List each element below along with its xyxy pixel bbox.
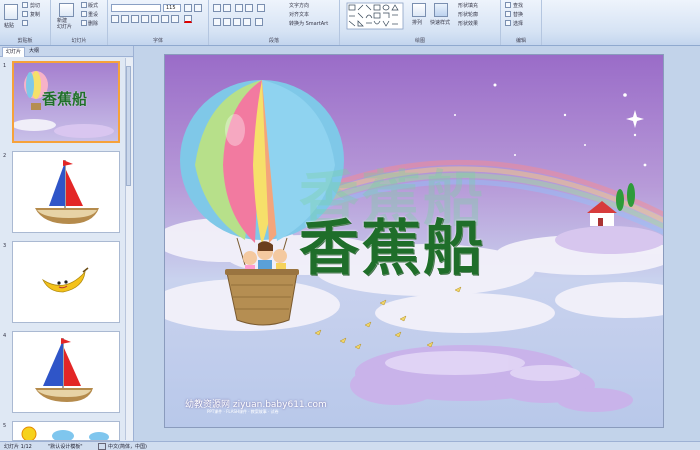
cut-label[interactable]: 剪切 <box>30 2 40 9</box>
slide-number: 1 <box>3 63 7 69</box>
layout-label[interactable]: 版式 <box>88 2 98 9</box>
ribbon: 粘贴 剪切 复制 剪贴板 新建 幻灯片 版式 重设 删除 幻灯片 115 字体 <box>0 0 700 46</box>
justify-icon[interactable] <box>243 18 251 26</box>
quick-styles-button[interactable] <box>434 3 448 17</box>
font-size-field[interactable]: 115 <box>163 4 181 12</box>
cut-icon[interactable] <box>22 2 28 8</box>
numbering-icon[interactable] <box>223 4 231 12</box>
align-right-icon[interactable] <box>233 18 241 26</box>
shadow-icon[interactable] <box>151 15 159 23</box>
select-label[interactable]: 选择 <box>513 20 523 27</box>
slide-thumbnail-3[interactable] <box>12 241 120 323</box>
font-name-field[interactable] <box>111 4 161 12</box>
shape-outline-button[interactable]: 形状轮廓 <box>458 11 478 18</box>
clipboard-group-label: 剪贴板 <box>17 38 33 44</box>
copy-label[interactable]: 复制 <box>30 11 40 18</box>
shapes-gallery[interactable] <box>346 2 404 30</box>
editing-group: 查找 替换 选择 编辑 <box>501 0 542 45</box>
italic-icon[interactable] <box>121 15 129 23</box>
clouds-image <box>13 422 119 440</box>
find-icon[interactable] <box>505 2 511 8</box>
paragraph-group-label: 段落 <box>268 38 279 44</box>
font-color-icon[interactable] <box>184 15 192 23</box>
slide-number: 2 <box>3 153 7 159</box>
font-group: 115 字体 <box>108 0 209 45</box>
text-direction-button[interactable]: 文字方向 <box>289 2 309 9</box>
replace-label[interactable]: 替换 <box>513 11 523 18</box>
quick-styles-label: 快速样式 <box>430 20 451 26</box>
tab-slides[interactable]: 幻灯片 <box>2 47 26 57</box>
slide-canvas[interactable]: 香蕉船 香蕉船 幼教资源网 ziyuan.baby611.com PPT课件 ·… <box>164 54 664 428</box>
banana-image <box>13 242 119 322</box>
new-slide-label: 新建 幻灯片 <box>57 18 73 30</box>
slides-group: 新建 幻灯片 版式 重设 删除 幻灯片 <box>51 0 108 45</box>
columns-icon[interactable] <box>255 18 263 26</box>
bullets-icon[interactable] <box>213 4 221 12</box>
new-slide-button[interactable] <box>59 3 74 17</box>
font-group-label: 字体 <box>152 38 163 44</box>
slide-thumbnail-panel: 幻灯片 大纲 1 香蕉船 2 3 4 5 <box>0 46 134 441</box>
shrink-font-icon[interactable] <box>194 4 202 12</box>
panel-tabs: 幻灯片 大纲 <box>0 46 133 57</box>
replace-icon[interactable] <box>505 11 511 17</box>
char-spacing-icon[interactable] <box>161 15 169 23</box>
line-spacing-icon[interactable] <box>257 4 265 12</box>
align-text-button[interactable]: 对齐文本 <box>289 11 309 18</box>
tab-outline[interactable]: 大纲 <box>26 47 42 56</box>
slide-number: 5 <box>3 423 7 429</box>
editing-group-label: 编辑 <box>515 38 526 44</box>
arrange-button[interactable] <box>412 3 426 17</box>
arrange-label: 排列 <box>412 20 423 26</box>
grow-font-icon[interactable] <box>184 4 192 12</box>
shape-effects-button[interactable]: 形状效果 <box>458 20 478 27</box>
slide-number: 3 <box>3 243 7 249</box>
convert-smartart-button[interactable]: 转换为 SmartArt <box>289 20 328 27</box>
sailboat-image <box>13 152 119 232</box>
format-painter-icon[interactable] <box>22 20 28 26</box>
slide-title[interactable]: 香蕉船 <box>299 200 485 287</box>
align-center-icon[interactable] <box>223 18 231 26</box>
panel-scrollbar-thumb[interactable] <box>126 66 131 186</box>
slides-group-label: 幻灯片 <box>71 38 87 44</box>
bold-icon[interactable] <box>111 15 119 23</box>
watermark-subtext: PPT课件 · FLASH课件 · 教案故事 · 试卷 <box>207 409 279 414</box>
shape-fill-button[interactable]: 形状填充 <box>458 2 478 9</box>
thumbnail-title: 香蕉船 <box>42 90 88 108</box>
paste-button[interactable] <box>4 4 18 20</box>
slide-thumbnail-2[interactable] <box>12 151 120 233</box>
decrease-indent-icon[interactable] <box>235 4 243 12</box>
select-icon[interactable] <box>505 20 511 26</box>
clipboard-group: 粘贴 剪切 复制 剪贴板 <box>0 0 51 45</box>
increase-indent-icon[interactable] <box>245 4 253 12</box>
delete-label[interactable]: 删除 <box>88 20 98 27</box>
slide-thumbnail-4[interactable] <box>12 331 120 413</box>
layout-icon[interactable] <box>81 2 87 8</box>
slide-thumbnail-1[interactable]: 香蕉船 <box>12 61 120 143</box>
reset-label[interactable]: 重设 <box>88 11 98 18</box>
underline-icon[interactable] <box>131 15 139 23</box>
paragraph-group: 文字方向 对齐文本 转换为 SmartArt 段落 <box>209 0 340 45</box>
sailboat-image <box>13 332 119 412</box>
slide-thumbnail-5[interactable] <box>12 421 120 441</box>
copy-icon[interactable] <box>22 11 28 17</box>
find-label[interactable]: 查找 <box>513 2 523 9</box>
change-case-icon[interactable] <box>171 15 179 23</box>
paste-label: 粘贴 <box>4 23 15 29</box>
drawing-group-label: 绘图 <box>414 38 425 44</box>
strikethrough-icon[interactable] <box>141 15 149 23</box>
slide-number: 4 <box>3 333 7 339</box>
reset-icon[interactable] <box>81 11 87 17</box>
drawing-group: 排列 快速样式 形状填充 形状轮廓 形状效果 绘图 <box>340 0 501 45</box>
delete-icon[interactable] <box>81 20 87 26</box>
align-left-icon[interactable] <box>213 18 221 26</box>
